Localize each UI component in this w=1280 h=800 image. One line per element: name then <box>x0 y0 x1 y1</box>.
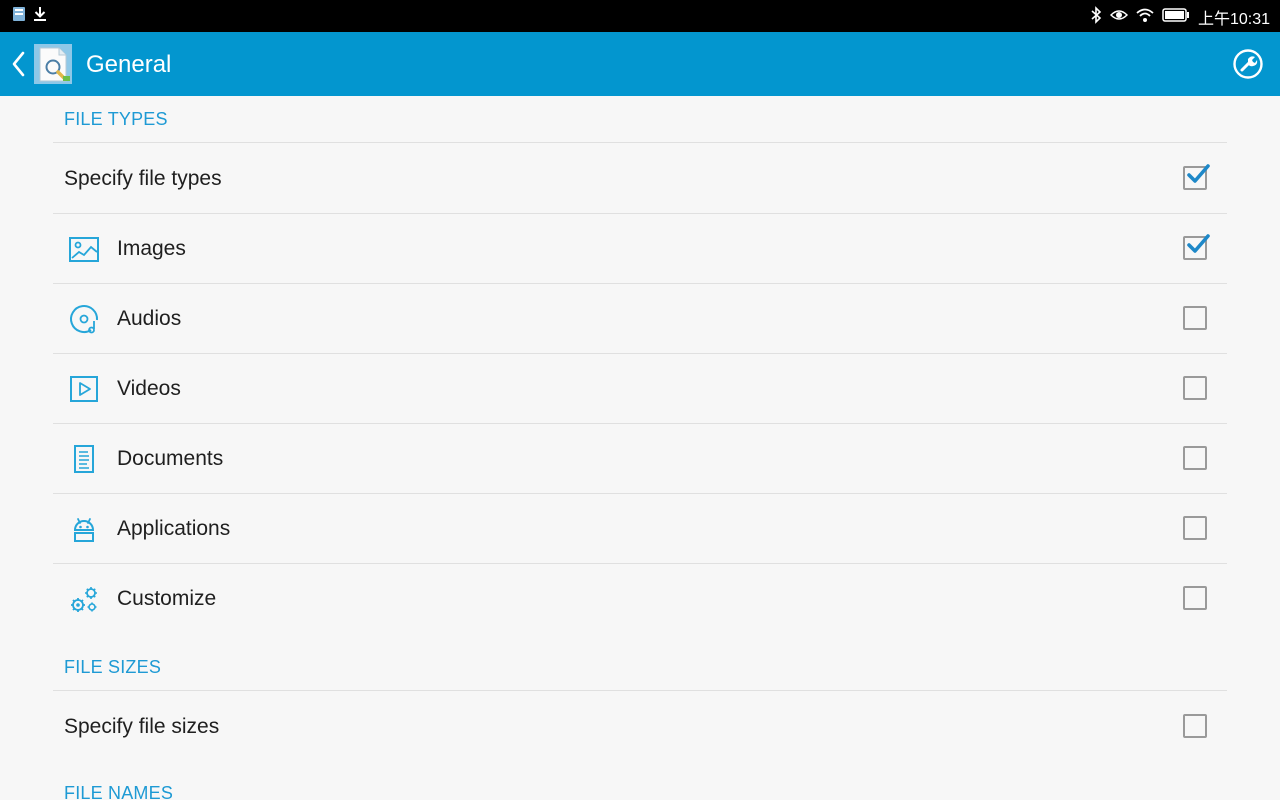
page-title: General <box>86 51 172 78</box>
image-icon <box>69 237 99 262</box>
section-header-file-names: FILE NAMES <box>64 783 174 800</box>
tools-button[interactable] <box>1232 48 1264 80</box>
gears-icon <box>71 587 97 612</box>
app-bar: General <box>0 32 1280 96</box>
row-audios[interactable]: Audios <box>53 283 1227 353</box>
section-header-file-types: FILE TYPES <box>64 109 168 129</box>
android-icon <box>73 518 95 542</box>
audio-icon <box>70 305 99 334</box>
row-applications[interactable]: Applications <box>53 493 1227 563</box>
row-label: Specify file sizes <box>64 715 220 738</box>
status-bar: 上午10:31 <box>0 0 1280 32</box>
checkbox-images[interactable] <box>1183 236 1207 260</box>
checkbox-applications[interactable] <box>1183 516 1207 540</box>
app-icon <box>33 43 73 85</box>
checkbox-videos[interactable] <box>1183 376 1207 400</box>
wrench-icon <box>1233 49 1263 79</box>
checkbox-specify-file-types[interactable] <box>1183 166 1207 190</box>
status-left <box>12 6 48 27</box>
row-videos[interactable]: Videos <box>53 353 1227 423</box>
status-time: 上午10:31 <box>1197 11 1270 28</box>
checkbox-documents[interactable] <box>1183 446 1207 470</box>
row-documents[interactable]: Documents <box>53 423 1227 493</box>
wifi-icon <box>1136 7 1154 28</box>
row-images[interactable]: Images <box>53 213 1227 283</box>
checkbox-specify-file-sizes[interactable] <box>1183 714 1207 738</box>
status-right: 上午10:31 <box>1090 5 1270 29</box>
notification-app-icon <box>12 6 26 27</box>
document-icon <box>74 445 94 473</box>
row-specify-file-sizes[interactable]: Specify file sizes <box>53 691 1227 761</box>
settings-list[interactable]: FILE TYPES Specify file types Images Aud… <box>0 96 1280 800</box>
row-label: Customize <box>117 587 217 610</box>
row-label: Documents <box>117 447 224 470</box>
row-label: Audios <box>117 307 182 330</box>
row-label: Videos <box>117 377 181 400</box>
checkbox-customize[interactable] <box>1183 586 1207 610</box>
bluetooth-icon <box>1090 5 1102 29</box>
download-icon <box>32 6 48 27</box>
row-label: Images <box>117 237 186 260</box>
eye-icon <box>1109 8 1129 27</box>
row-specify-file-types[interactable]: Specify file types <box>53 143 1227 213</box>
back-button[interactable] <box>6 48 32 80</box>
row-label: Applications <box>117 517 231 540</box>
row-label: Specify file types <box>64 167 222 190</box>
section-header-file-sizes: FILE SIZES <box>64 657 162 677</box>
row-customize[interactable]: Customize <box>53 563 1227 633</box>
video-icon <box>70 376 98 402</box>
checkbox-audios[interactable] <box>1183 306 1207 330</box>
battery-icon <box>1162 7 1190 27</box>
back-icon <box>12 51 25 77</box>
